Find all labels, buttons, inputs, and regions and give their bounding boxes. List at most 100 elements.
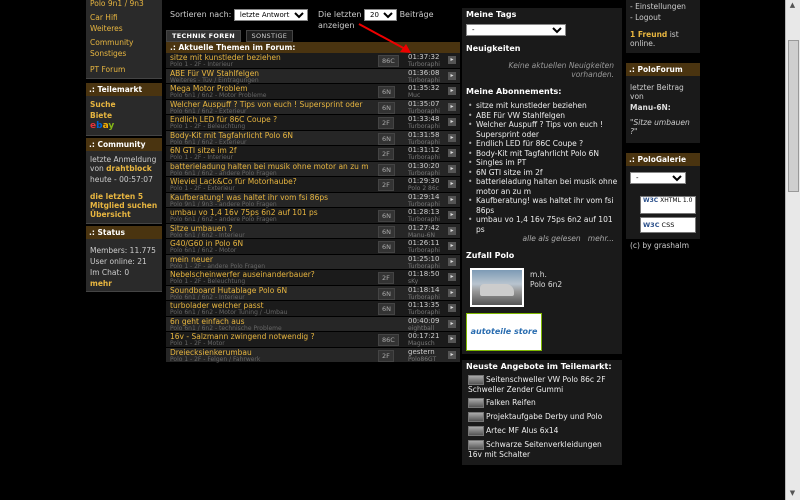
topic-forum[interactable]: Polo 6n1 / 6n2 - Interieur bbox=[170, 294, 245, 301]
topic-forum[interactable]: Polo 1 - 2F - Beleuchtung bbox=[170, 123, 245, 130]
goto-last-post-icon[interactable]: ▸ bbox=[448, 350, 456, 359]
topic-row[interactable]: 16v - Salzmann zwingend notwendig ? Polo … bbox=[166, 332, 460, 348]
page-scrollbar[interactable]: ▲ ▼ bbox=[785, 0, 800, 500]
topic-row[interactable]: Sitze umbauen ? Polo 6n1 / 6n2 - Interieu… bbox=[166, 223, 460, 239]
topic-forum[interactable]: Polo 1 - 2F - Beleuchtung bbox=[170, 278, 245, 285]
scrollbar-thumb[interactable] bbox=[788, 40, 799, 192]
goto-last-post-icon[interactable]: ▸ bbox=[448, 102, 456, 111]
topic-user[interactable]: Polo86GT bbox=[408, 356, 436, 363]
random-polo-photo[interactable] bbox=[470, 268, 524, 307]
topic-row[interactable]: batterieladung halten bei musik ohne mot… bbox=[166, 161, 460, 177]
topic-user[interactable]: Muc bbox=[408, 92, 420, 99]
member-search-links[interactable]: die letzten 5 Mitglied suchen Übersicht bbox=[86, 185, 162, 220]
topic-row[interactable]: Endlich LED für 86C Coupe ? Polo 1 - 2F -… bbox=[166, 115, 460, 131]
topic-forum[interactable]: Polo 1 - 2F - Exterieur bbox=[170, 185, 235, 192]
topic-user[interactable]: Turboraphi bbox=[408, 61, 440, 68]
topic-user[interactable]: Turboraphi bbox=[408, 263, 440, 270]
subscription-item[interactable]: sitze mit kunstleder beziehen bbox=[468, 101, 622, 111]
topic-forum[interactable]: Polo 1 - 2F - Felgen / Fahrwerk bbox=[170, 356, 260, 363]
topic-user[interactable]: Manu-6N bbox=[408, 232, 435, 239]
topic-row[interactable]: Soundboard Hutablage Polo 6N Polo 6n1 / 6… bbox=[166, 285, 460, 301]
goto-last-post-icon[interactable]: ▸ bbox=[448, 319, 456, 328]
topic-user[interactable]: Turboraphi bbox=[408, 247, 440, 254]
topic-row[interactable]: Welcher Auspuff ? Tips von euch ! Supers… bbox=[166, 99, 460, 115]
topic-user[interactable]: Magusch bbox=[408, 340, 435, 347]
topic-user[interactable]: Turboraphi bbox=[408, 294, 440, 301]
topic-user[interactable]: Turboraphi bbox=[408, 154, 440, 161]
offer-thumbnail[interactable] bbox=[468, 398, 484, 408]
topic-user[interactable]: Turboraphi bbox=[408, 77, 440, 84]
scroll-up-icon[interactable]: ▲ bbox=[788, 1, 797, 11]
goto-last-post-icon[interactable]: ▸ bbox=[448, 257, 456, 266]
topic-row[interactable]: ABE Für VW Stahlfelgen Weiteres - Tüv / E… bbox=[166, 68, 460, 84]
topic-forum[interactable]: Polo 6n1 / 6n2 - andere Polo Fragen bbox=[170, 170, 277, 177]
topic-forum[interactable]: Polo 6n1 / 6n2 - andere Polo Fragen bbox=[170, 216, 277, 223]
topic-forum[interactable]: Polo 6n1 / 6n2 - Exterieur bbox=[170, 108, 247, 115]
teilemarkt-biete-link[interactable]: Biete bbox=[86, 110, 162, 121]
subscription-item[interactable]: batterieladung halten bei musik ohne mot… bbox=[468, 177, 622, 196]
topic-user[interactable]: Polo 2 86c bbox=[408, 185, 439, 192]
goto-last-post-icon[interactable]: ▸ bbox=[448, 335, 456, 343]
offer-thumbnail[interactable] bbox=[468, 426, 484, 436]
w3c-xhtml-badge[interactable]: W3C XHTML 1.0 bbox=[640, 196, 696, 214]
topic-forum[interactable]: Polo 6n1 / 6n2 - Interieur bbox=[170, 232, 245, 239]
goto-last-post-icon[interactable]: ▸ bbox=[448, 180, 456, 188]
goto-last-post-icon[interactable]: ▸ bbox=[448, 164, 456, 173]
offer-thumbnail[interactable] bbox=[468, 440, 484, 450]
nav-link-community[interactable]: Community bbox=[86, 34, 162, 48]
status-more-link[interactable]: mehr bbox=[86, 278, 162, 289]
topic-user[interactable]: Turboraphi bbox=[408, 108, 440, 115]
topic-forum[interactable]: Polo 1 - 2F - Interieur bbox=[170, 154, 233, 161]
topic-row[interactable]: turbolader welcher passt Polo 6n1 / 6n2 -… bbox=[166, 301, 460, 317]
topic-forum[interactable]: Polo 6n1 / 6n2 - Exterieur bbox=[170, 139, 247, 146]
topic-row[interactable]: 6n geht einfach aus Polo 6n1 / 6n2 - tech… bbox=[166, 316, 460, 332]
mark-all-read-link[interactable]: alle als gelesen bbox=[523, 234, 581, 243]
topic-forum[interactable]: Polo 1 - 2F - Interieur bbox=[170, 61, 233, 68]
nav-link-weiteres[interactable]: Weiteres bbox=[86, 23, 162, 34]
topic-forum[interactable]: Polo 6n1 / 6n2 - technische Probleme bbox=[170, 325, 282, 332]
subscriptions-more-link[interactable]: mehr... bbox=[588, 234, 614, 243]
logout-link[interactable]: - Logout bbox=[626, 12, 700, 23]
poloforum-quote[interactable]: "Sitze umbauen ?" bbox=[626, 113, 700, 137]
topic-user[interactable]: eightball bbox=[408, 325, 434, 332]
subscription-item[interactable]: Kaufberatung! was haltet ihr vom fsi 86p… bbox=[468, 196, 622, 215]
goto-last-post-icon[interactable]: ▸ bbox=[448, 133, 456, 142]
topic-row[interactable]: Nebelscheinwerfer auseinanderbauer? Polo … bbox=[166, 270, 460, 286]
goto-last-post-icon[interactable]: ▸ bbox=[448, 226, 456, 235]
random-polo-user[interactable]: m.h. bbox=[530, 270, 547, 279]
topic-row[interactable]: G40/G60 in Polo 6N Polo 6n1 / 6n2 - Motor… bbox=[166, 239, 460, 255]
subscription-item[interactable]: Endlich LED für 86C Coupe ? bbox=[468, 139, 622, 149]
topic-row[interactable]: mein neuer Polo 1 - 2F - andere Polo Frag… bbox=[166, 254, 460, 270]
nav-link-car-hifi[interactable]: Car Hifi bbox=[86, 9, 162, 23]
tags-select[interactable]: - bbox=[466, 24, 566, 36]
goto-last-post-icon[interactable]: ▸ bbox=[448, 304, 456, 312]
goto-last-post-icon[interactable]: ▸ bbox=[448, 118, 456, 126]
nav-link-polo-9n[interactable]: Polo 9n1 / 9n3 bbox=[86, 0, 162, 9]
ebay-logo[interactable]: ebay bbox=[86, 121, 162, 131]
topic-row[interactable]: Mega Motor Problem Polo 6n1 / 6n2 - Motor… bbox=[166, 84, 460, 100]
goto-last-post-icon[interactable]: ▸ bbox=[448, 288, 456, 297]
goto-last-post-icon[interactable]: ▸ bbox=[448, 149, 456, 157]
subscription-item[interactable]: Welcher Auspuff ? Tips von euch ! Supers… bbox=[468, 120, 622, 139]
autoteile-store-banner[interactable]: autoteile store bbox=[466, 313, 542, 351]
topic-forum[interactable]: Polo 1 - 2F - Motor bbox=[170, 340, 225, 347]
teilemarkt-suche-link[interactable]: Suche bbox=[86, 99, 162, 110]
tab-sonstige[interactable]: SONSTIGE bbox=[245, 30, 294, 42]
topic-forum[interactable]: Polo 6n1 / 6n2 - Motor bbox=[170, 247, 236, 254]
topic-forum[interactable]: Weiteres - Tüv / Eintragungen bbox=[170, 77, 259, 84]
nav-link-pt-forum[interactable]: PT Forum bbox=[86, 59, 162, 75]
offer-thumbnail[interactable] bbox=[468, 375, 484, 385]
topic-row[interactable]: Body-Kit mit Tagfahrlicht Polo 6N Polo 6n… bbox=[166, 130, 460, 146]
subscription-item[interactable]: umbau vo 1,4 16v 75ps 6n2 auf 101 ps bbox=[468, 215, 622, 234]
topic-user[interactable]: sKy bbox=[408, 278, 418, 285]
topic-row[interactable]: 6N GTI sitze im 2f Polo 1 - 2F - Interieu… bbox=[166, 146, 460, 162]
topic-user[interactable]: Turboraphi bbox=[408, 309, 440, 316]
topic-row[interactable]: Wieviel Lack&Co für Motorhaube? Polo 1 - … bbox=[166, 177, 460, 193]
scroll-down-icon[interactable]: ▼ bbox=[788, 489, 797, 499]
tab-technik-foren[interactable]: TECHNIK FOREN bbox=[166, 30, 241, 42]
goto-last-post-icon[interactable]: ▸ bbox=[448, 56, 456, 64]
topic-row[interactable]: umbau vo 1,4 16v 75ps 6n2 auf 101 ps Polo… bbox=[166, 208, 460, 224]
offer-item[interactable]: Artec MF Alus 6x14 bbox=[462, 424, 622, 438]
topic-row[interactable]: Dreiecksienkerumbau Polo 1 - 2F - Felgen … bbox=[166, 347, 460, 363]
sort-select[interactable]: letzte Antwort bbox=[233, 9, 308, 21]
